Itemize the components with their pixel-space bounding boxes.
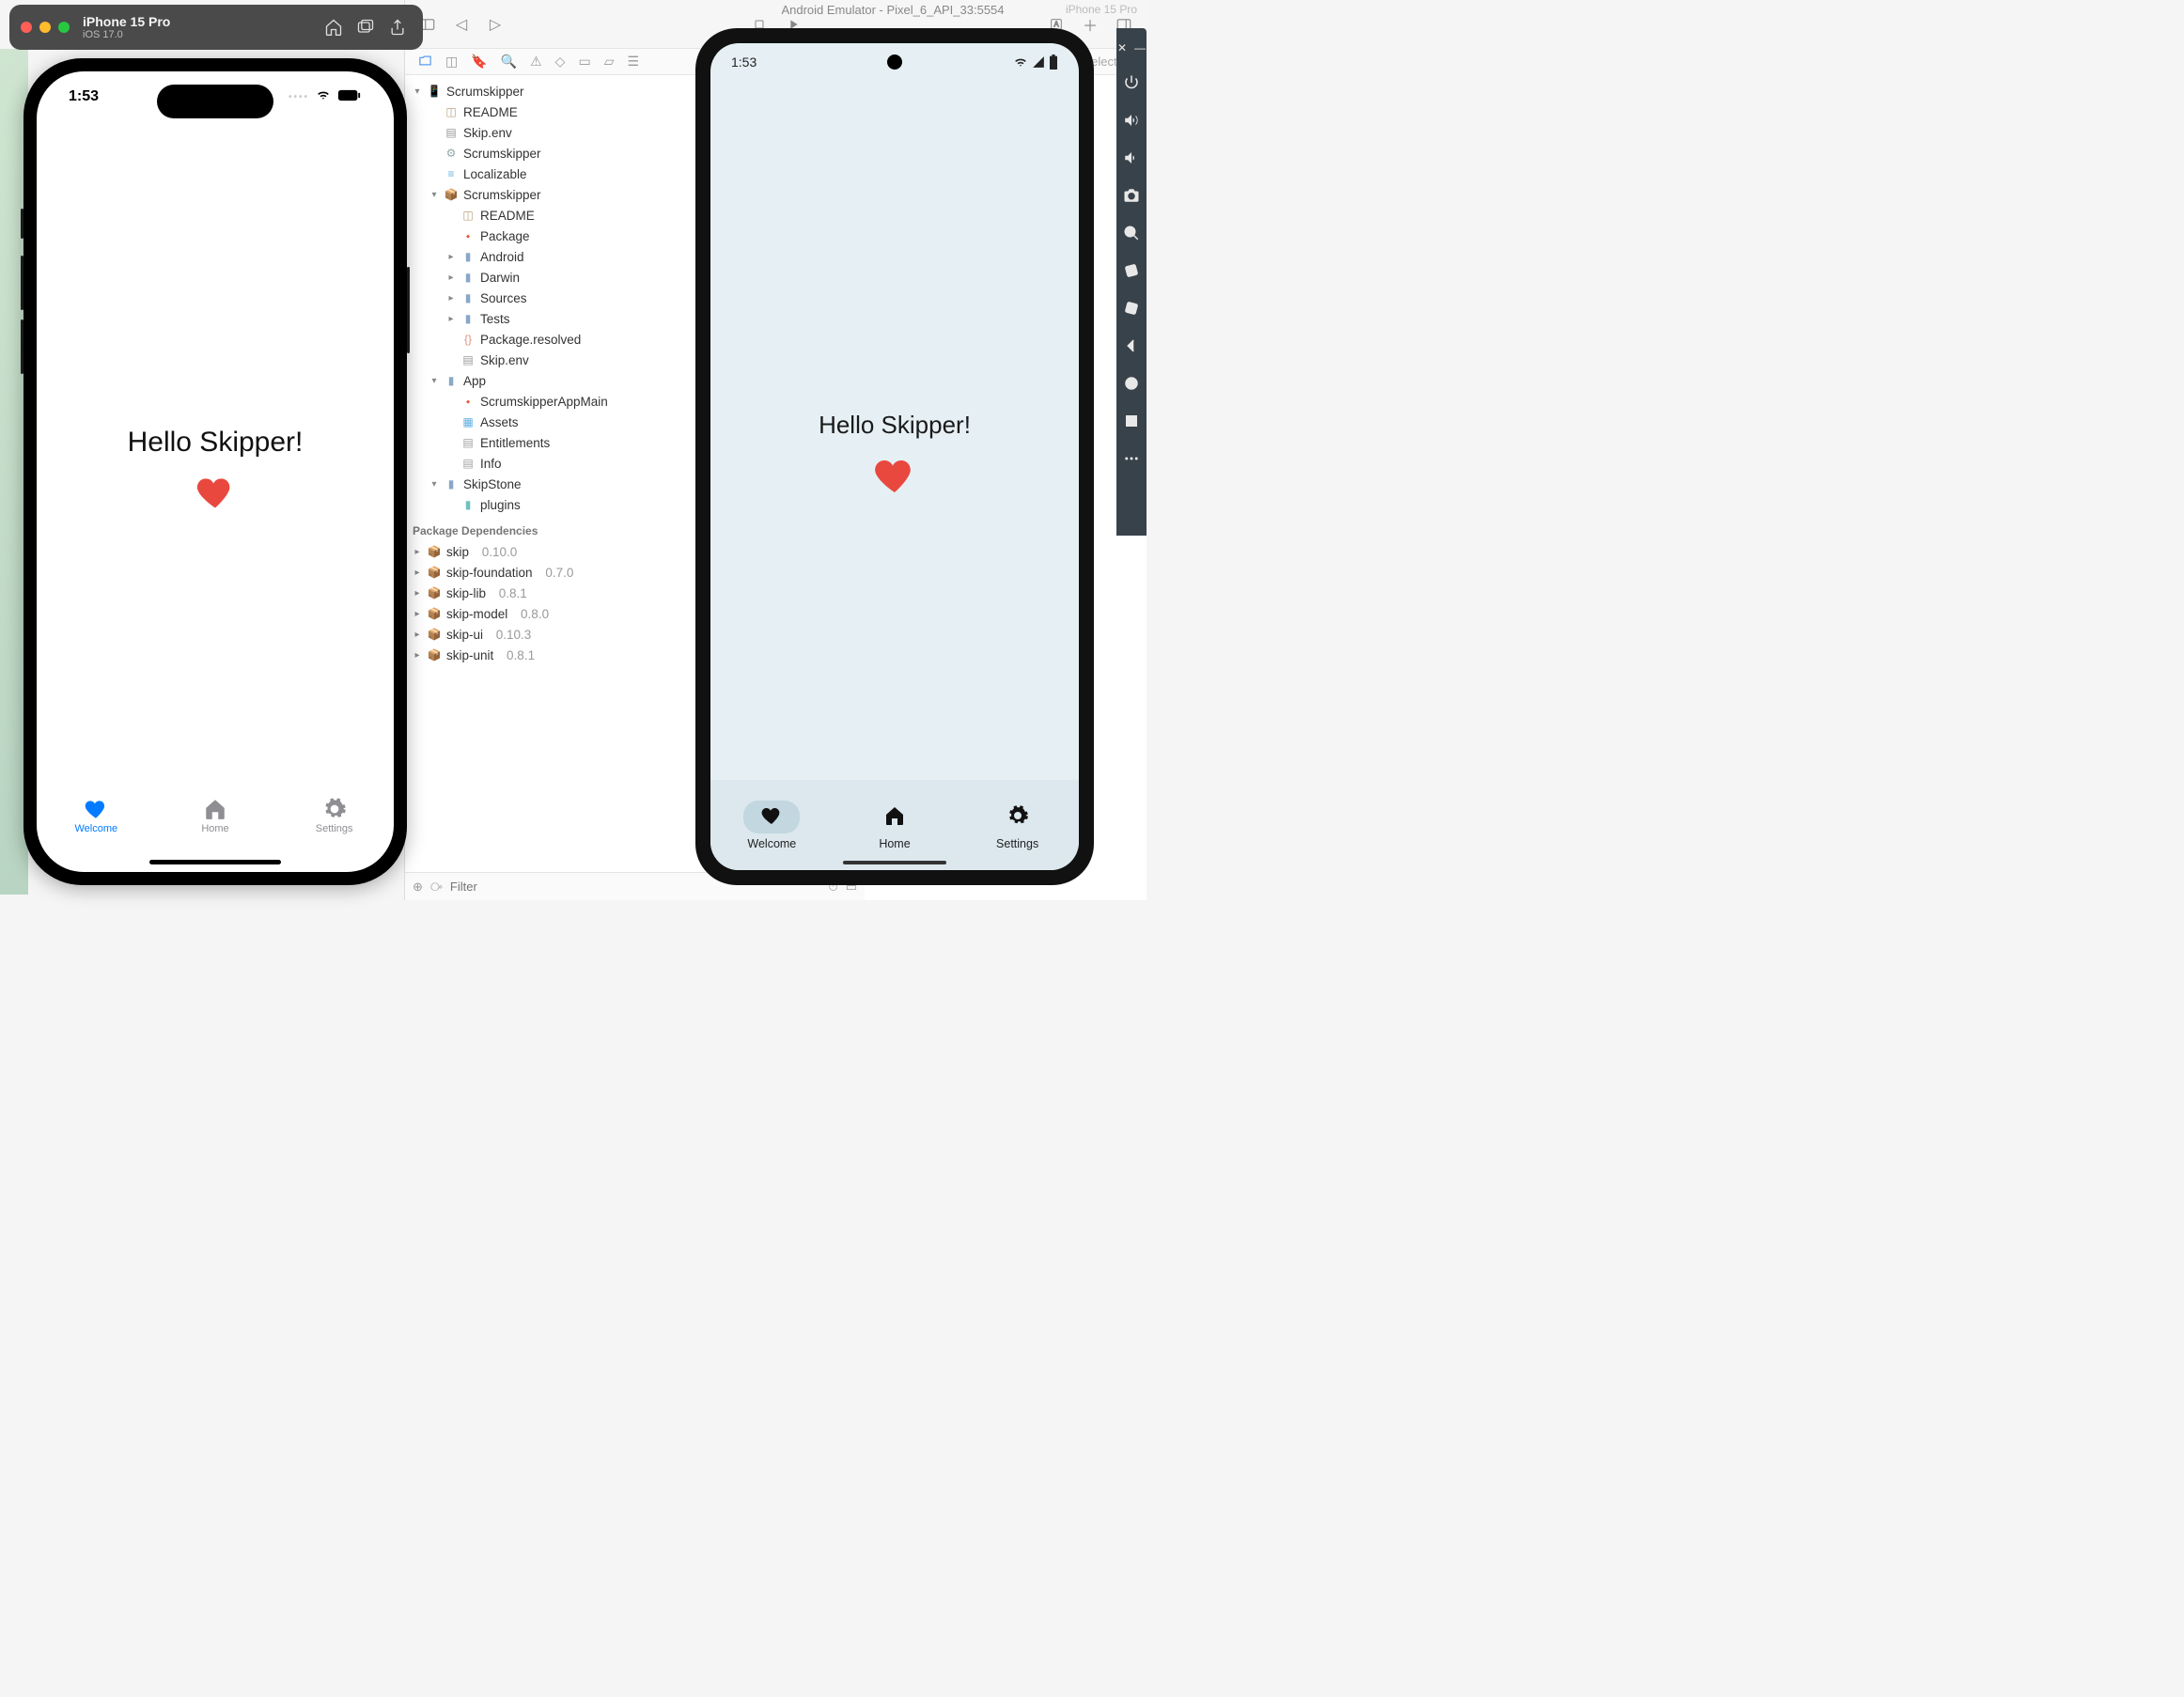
iphone-device-frame: 1:53 •••• Hello Skipper! Welcome Home bbox=[23, 58, 407, 885]
home-button-icon[interactable] bbox=[320, 13, 348, 41]
back-nav-icon[interactable] bbox=[1122, 336, 1141, 355]
ios-simulator-titlebar: iPhone 15 Pro iOS 17.0 bbox=[9, 5, 423, 50]
zoom-window-icon[interactable] bbox=[58, 22, 70, 33]
nav-source-icon[interactable]: ◫ bbox=[445, 54, 458, 70]
tab-home[interactable]: Home bbox=[173, 797, 257, 834]
android-nav-bar: Welcome Home Settings bbox=[710, 780, 1079, 870]
tab-settings[interactable]: Settings bbox=[971, 801, 1065, 850]
volume-down-icon[interactable] bbox=[1122, 148, 1141, 167]
simulator-os-version: iOS 17.0 bbox=[83, 29, 316, 41]
tab-label: Welcome bbox=[75, 823, 118, 834]
hello-label: Hello Skipper! bbox=[128, 427, 304, 459]
tab-label: Settings bbox=[996, 837, 1038, 850]
nav-breakpoint-icon[interactable]: ▱ bbox=[604, 54, 615, 70]
minimize-emulator-icon[interactable]: — bbox=[1134, 41, 1146, 54]
volume-up-icon[interactable] bbox=[1122, 111, 1141, 130]
tab-label: Home bbox=[201, 823, 228, 834]
plus-icon[interactable]: ＋ bbox=[1081, 15, 1100, 34]
heart-icon bbox=[872, 453, 917, 503]
window-traffic-lights[interactable] bbox=[21, 22, 70, 33]
tab-label: Settings bbox=[316, 823, 353, 834]
screenshot-button-icon[interactable] bbox=[351, 13, 380, 41]
add-target-icon[interactable]: ⊕ bbox=[413, 880, 423, 895]
heart-icon bbox=[195, 472, 236, 518]
tab-label: Welcome bbox=[747, 837, 796, 850]
tab-home[interactable]: Home bbox=[848, 801, 942, 850]
more-options-icon[interactable] bbox=[1122, 449, 1141, 468]
android-screen[interactable]: 1:53 Hello Skipper! Welcome Home bbox=[710, 43, 1079, 870]
minimize-window-icon[interactable] bbox=[39, 22, 51, 33]
close-emulator-icon[interactable]: ✕ bbox=[1117, 41, 1127, 54]
power-button-icon[interactable] bbox=[1122, 73, 1141, 92]
screenshot-icon[interactable] bbox=[1122, 186, 1141, 205]
app-content: Hello Skipper! bbox=[37, 71, 394, 872]
nav-back-icon[interactable]: ◁ bbox=[452, 15, 471, 34]
tab-label: Home bbox=[879, 837, 910, 850]
android-emulator-title: Android Emulator - Pixel_6_API_33:5554 bbox=[691, 3, 1095, 17]
overview-nav-icon[interactable] bbox=[1122, 412, 1141, 430]
simulator-device-name: iPhone 15 Pro bbox=[83, 14, 316, 29]
nav-find-icon[interactable]: 🔍 bbox=[501, 54, 517, 70]
nav-issue-icon[interactable]: ⚠ bbox=[530, 54, 542, 70]
background-label: iPhone 15 Pro bbox=[1066, 3, 1137, 16]
home-nav-icon[interactable] bbox=[1122, 374, 1141, 393]
close-window-icon[interactable] bbox=[21, 22, 32, 33]
nav-debug-icon[interactable]: ▭ bbox=[578, 54, 590, 70]
iphone-screen[interactable]: 1:53 •••• Hello Skipper! Welcome Home bbox=[37, 71, 394, 872]
gesture-bar[interactable] bbox=[843, 861, 946, 864]
tab-welcome[interactable]: Welcome bbox=[725, 801, 819, 850]
rotate-left-icon[interactable] bbox=[1122, 261, 1141, 280]
nav-project-icon[interactable] bbox=[418, 54, 432, 70]
app-content: Hello Skipper! bbox=[710, 43, 1079, 870]
svg-text:A: A bbox=[1053, 20, 1059, 28]
home-indicator[interactable] bbox=[149, 860, 281, 864]
tab-welcome[interactable]: Welcome bbox=[54, 797, 138, 834]
nav-report-icon[interactable]: ☰ bbox=[627, 54, 639, 70]
zoom-icon[interactable] bbox=[1122, 224, 1141, 242]
rotate-right-icon[interactable] bbox=[1122, 299, 1141, 318]
hello-label: Hello Skipper! bbox=[819, 411, 971, 440]
tab-settings[interactable]: Settings bbox=[292, 797, 377, 834]
nav-bookmark-icon[interactable]: 🔖 bbox=[471, 54, 487, 70]
filter-scope-icon[interactable]: ⧂ bbox=[430, 880, 443, 895]
emulator-toolbar: ✕ — bbox=[1116, 28, 1147, 536]
share-button-icon[interactable] bbox=[383, 13, 412, 41]
nav-fwd-icon[interactable]: ▷ bbox=[486, 15, 505, 34]
android-device-frame: 1:53 Hello Skipper! Welcome Home bbox=[695, 28, 1094, 885]
nav-test-icon[interactable]: ◇ bbox=[555, 54, 566, 70]
